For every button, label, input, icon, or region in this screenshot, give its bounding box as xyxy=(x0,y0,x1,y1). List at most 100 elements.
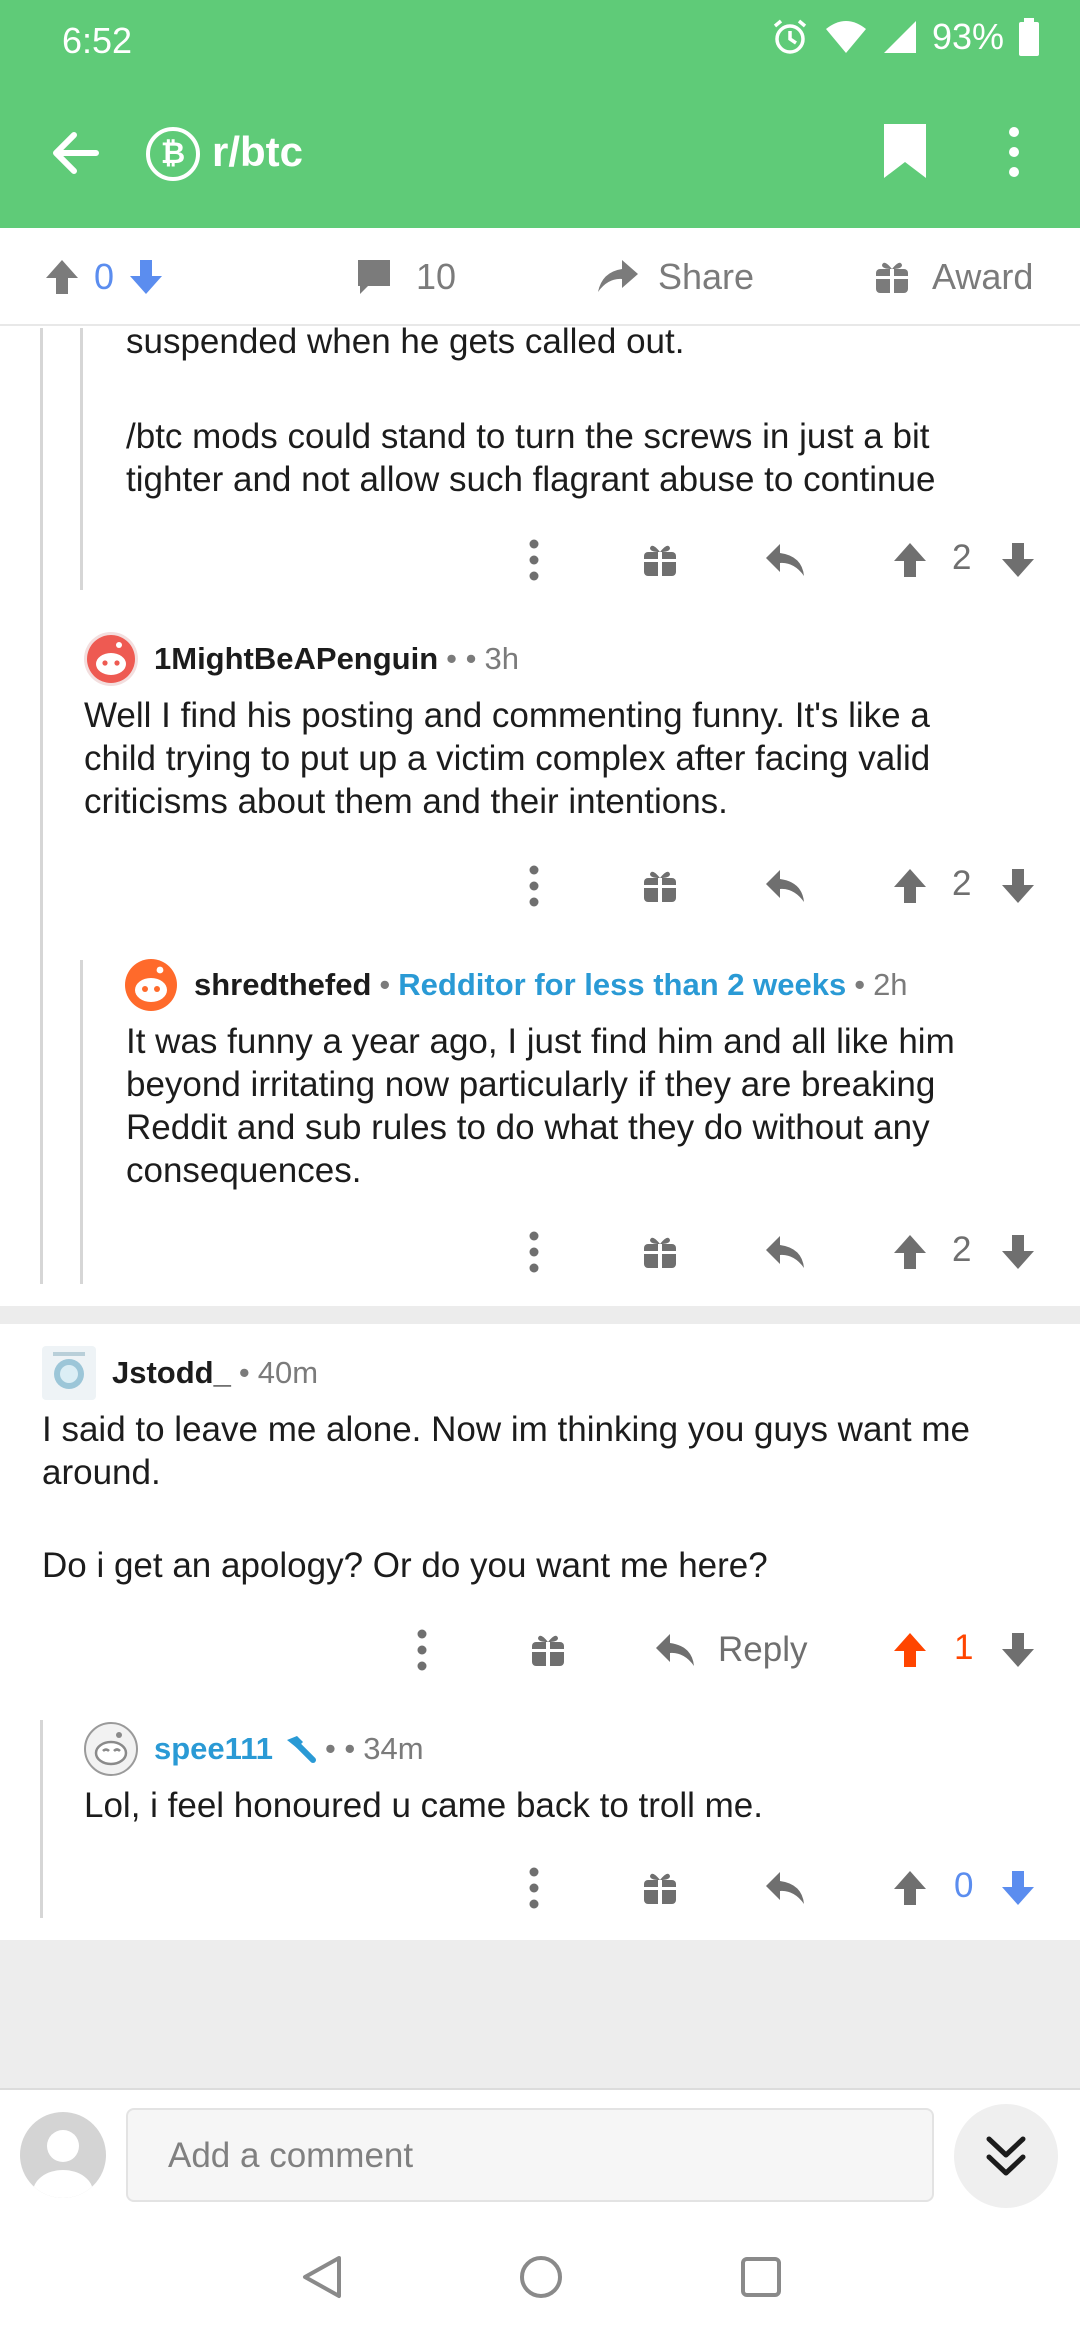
triangle-back-icon xyxy=(303,2256,341,2298)
avatar[interactable] xyxy=(42,1346,96,1400)
downvote-icon[interactable] xyxy=(1000,1233,1036,1271)
avatar-image-icon xyxy=(53,1352,85,1389)
signal-icon xyxy=(882,19,918,55)
post-score: 0 xyxy=(94,256,115,297)
comment-icon xyxy=(358,260,390,294)
upvote-icon[interactable] xyxy=(892,1233,928,1271)
snoo-icon xyxy=(94,1732,128,1766)
snoo-icon xyxy=(87,635,135,683)
add-comment-input[interactable]: Add a comment xyxy=(126,2108,934,2202)
gift-icon xyxy=(876,262,908,293)
square-recents-icon xyxy=(741,2257,781,2297)
circle-home-icon xyxy=(520,2256,562,2298)
status-time: 6:52 xyxy=(62,20,133,61)
award-label: Award xyxy=(932,256,1034,297)
system-nav-bar xyxy=(0,2214,1080,2340)
snoo-icon xyxy=(125,959,177,1011)
reply-button[interactable]: Reply xyxy=(654,1630,807,1670)
share-label: Share xyxy=(658,256,755,297)
gift-icon[interactable] xyxy=(530,1632,566,1668)
upvote-icon[interactable] xyxy=(892,867,928,905)
thread-separator xyxy=(0,1306,1080,1324)
gift-icon[interactable] xyxy=(642,542,678,578)
reply-icon[interactable] xyxy=(764,1234,806,1270)
comment-actions: 2 xyxy=(0,856,1080,916)
avatar[interactable] xyxy=(124,958,178,1012)
battery-percent: 93% xyxy=(931,16,1004,57)
downvote-icon[interactable] xyxy=(1000,867,1036,905)
comment-meta: spee111 • • 34m xyxy=(84,1722,424,1776)
add-comment-bar: Add a comment xyxy=(0,2088,1080,2214)
nav-recents-button[interactable] xyxy=(728,2244,794,2310)
upvote-icon[interactable] xyxy=(892,1631,928,1669)
comments-button[interactable]: 10 xyxy=(354,228,456,326)
reply-icon xyxy=(656,1634,694,1666)
comment-body: Well I find his posting and commenting f… xyxy=(84,696,931,821)
downvote-icon[interactable] xyxy=(128,258,164,296)
gift-icon[interactable] xyxy=(642,1870,678,1906)
avatar[interactable] xyxy=(84,632,138,686)
comment-meta: shredthefed • Redditor for less than 2 w… xyxy=(124,958,908,1012)
wifi-icon xyxy=(824,19,868,55)
comment-body: It was funny a year ago, I just find him… xyxy=(126,1022,955,1190)
gift-icon[interactable] xyxy=(642,868,678,904)
more-vertical-icon[interactable] xyxy=(524,1230,544,1274)
collapse-button[interactable] xyxy=(954,2104,1058,2208)
comment-age: 2h xyxy=(873,967,908,1002)
user-avatar[interactable] xyxy=(20,2112,106,2198)
double-chevron-down-icon xyxy=(986,2136,1026,2176)
subreddit-icon[interactable]: ₿ xyxy=(146,127,200,181)
nav-back-button[interactable] xyxy=(288,2244,354,2310)
person-icon xyxy=(33,2130,93,2198)
back-button[interactable] xyxy=(42,120,108,186)
post-action-bar: 0 10 Share Award xyxy=(0,228,1080,326)
reply-icon[interactable] xyxy=(764,1870,806,1906)
username[interactable]: shredthefed xyxy=(194,967,371,1003)
avatar[interactable] xyxy=(84,1722,138,1776)
bookmark-button[interactable] xyxy=(880,122,940,188)
username[interactable]: spee111 xyxy=(154,1731,273,1767)
comment-score: 1 xyxy=(954,1628,974,1667)
alarm-icon xyxy=(770,17,810,57)
reply-icon[interactable] xyxy=(764,542,806,578)
comment-age: 40m xyxy=(257,1355,319,1390)
comment-score: 2 xyxy=(952,864,972,903)
nav-home-button[interactable] xyxy=(508,2244,574,2310)
more-vertical-icon[interactable] xyxy=(524,864,544,908)
comment-age: 34m xyxy=(363,1731,424,1766)
battery-icon xyxy=(1018,18,1040,56)
subreddit-name[interactable]: r/btc xyxy=(212,128,303,176)
comment-actions: 0 xyxy=(0,1858,1080,1918)
reply-icon[interactable] xyxy=(764,868,806,904)
comment-actions: 2 xyxy=(0,1222,1080,1282)
more-options-button[interactable] xyxy=(1004,124,1040,190)
comment-actions: 2 xyxy=(0,530,1080,590)
user-flair: Redditor for less than 2 weeks xyxy=(398,967,847,1002)
share-icon xyxy=(598,260,638,292)
more-vertical-icon xyxy=(1009,127,1019,177)
downvote-icon[interactable] xyxy=(1000,541,1036,579)
thread-end-space xyxy=(0,1940,1080,2088)
comment-body: Lol, i feel honoured u came back to trol… xyxy=(84,1786,763,1825)
upvote-icon[interactable] xyxy=(892,1869,928,1907)
comment-meta: 1MightBeAPenguin • • 3h xyxy=(84,632,519,686)
gift-icon[interactable] xyxy=(642,1234,678,1270)
comment-score: 2 xyxy=(952,1230,972,1269)
share-button[interactable]: Share xyxy=(596,228,754,326)
more-vertical-icon[interactable] xyxy=(524,538,544,582)
more-vertical-icon[interactable] xyxy=(412,1628,432,1672)
upvote-icon[interactable] xyxy=(44,258,80,296)
status-bar: 6:52 93% xyxy=(0,0,1080,82)
award-button[interactable]: Award xyxy=(874,228,1033,326)
more-vertical-icon[interactable] xyxy=(524,1866,544,1910)
username[interactable]: Jstodd_ xyxy=(112,1355,231,1391)
username[interactable]: 1MightBeAPenguin xyxy=(154,641,438,677)
upvote-icon[interactable] xyxy=(892,541,928,579)
downvote-icon[interactable] xyxy=(1000,1869,1036,1907)
comment-body: I said to leave me alone. Now im thinkin… xyxy=(42,1410,970,1585)
app-bar: ₿ r/btc xyxy=(0,82,1080,228)
downvote-icon[interactable] xyxy=(1000,1631,1036,1669)
moderator-icon xyxy=(286,1736,316,1763)
post-vote: 0 xyxy=(44,228,164,326)
comment-body: suspended when he gets called out. /btc … xyxy=(126,322,936,499)
